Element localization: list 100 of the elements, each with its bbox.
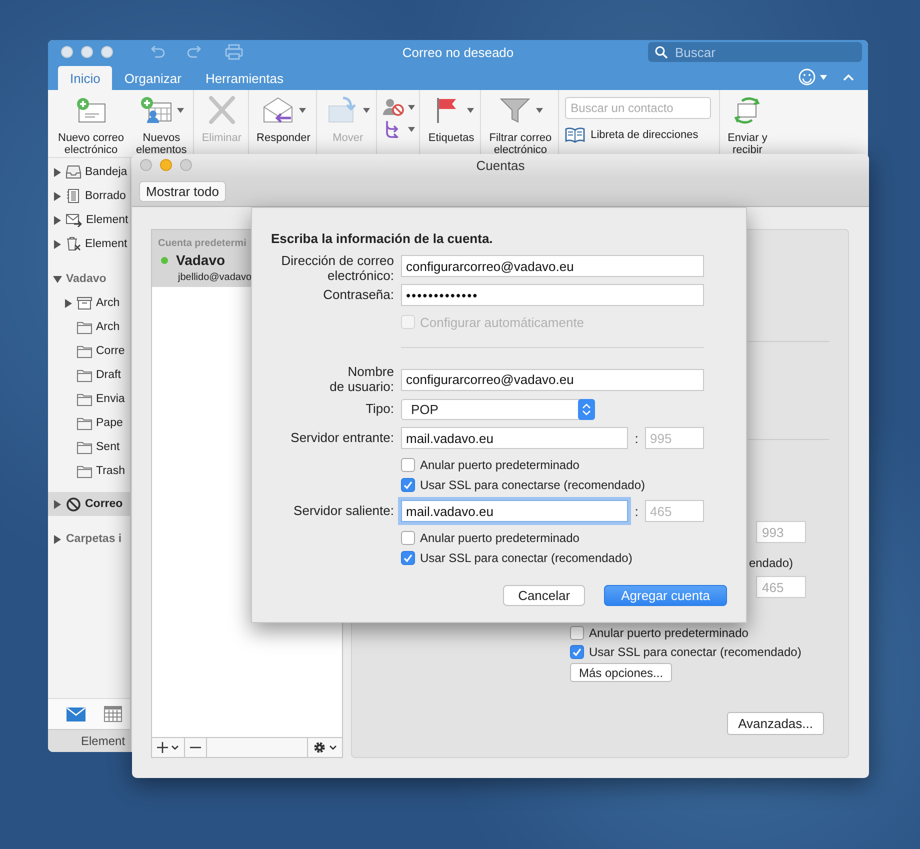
window-title: Correo no deseado xyxy=(401,44,515,60)
input-field[interactable]: ••••••••••••• xyxy=(401,284,704,306)
disclosure-triangle-icon[interactable] xyxy=(53,216,62,224)
no-entry-icon xyxy=(66,496,81,512)
collapse-chevron-icon[interactable] xyxy=(843,74,854,80)
colon-separator: : xyxy=(634,504,640,518)
chevron-icon xyxy=(171,745,179,750)
disclosure-triangle-icon[interactable] xyxy=(53,500,62,508)
minimize-button[interactable] xyxy=(81,46,93,58)
envelope-plus-icon xyxy=(74,96,108,124)
folder-item[interactable]: Trash xyxy=(48,459,130,483)
checkbox-label: Usar SSL para conectarse (recomendado) xyxy=(420,478,645,492)
input-field[interactable]: configurarcorreo@vadavo.eu xyxy=(401,368,704,390)
calendar-icon[interactable] xyxy=(104,706,122,722)
tags-button[interactable]: Etiquetas xyxy=(426,94,476,144)
checkbox-label: Usar SSL para conectar (recomendado) xyxy=(589,645,802,659)
folder-item[interactable]: Corre xyxy=(48,339,130,363)
checkbox-label: Configurar automáticamente xyxy=(420,314,584,330)
folder-item[interactable]: Bandeja xyxy=(48,160,130,184)
notebook-icon xyxy=(66,189,81,203)
checkbox[interactable] xyxy=(570,626,584,640)
stepper-icon xyxy=(578,399,595,420)
account-email: jbellido@vadavo xyxy=(178,272,252,283)
show-all-button[interactable]: Mostrar todo xyxy=(139,180,226,202)
account-header[interactable]: Carpetas i xyxy=(48,527,130,551)
smiley-icon[interactable] xyxy=(798,68,816,86)
port-field[interactable]: 465 xyxy=(645,500,704,522)
checkbox[interactable] xyxy=(401,531,415,545)
folder-item[interactable]: Arch xyxy=(48,315,130,339)
account-caption: Cuenta predetermi xyxy=(158,238,246,249)
disclosure-triangle-icon[interactable] xyxy=(53,192,62,200)
cancel-button[interactable]: Cancelar xyxy=(503,585,586,606)
folder-item[interactable]: Arch xyxy=(48,291,130,315)
search-field[interactable]: Buscar xyxy=(648,42,862,62)
disclosure-triangle-icon[interactable] xyxy=(53,240,62,248)
caret-icon xyxy=(408,104,416,110)
input-field[interactable]: configurarcorreo@vadavo.eu xyxy=(401,255,704,277)
folder-icon xyxy=(77,416,92,430)
checkbox[interactable] xyxy=(570,645,584,659)
checkbox[interactable] xyxy=(401,458,415,472)
tab[interactable]: Inicio xyxy=(58,66,112,90)
checkbox[interactable] xyxy=(401,551,415,565)
disclosure-triangle-icon[interactable] xyxy=(53,534,62,544)
filter-button[interactable]: Filtrar correo electrónico xyxy=(487,94,554,156)
field-label: Nombre de usuario: xyxy=(328,365,394,394)
footer-label: Element xyxy=(81,734,126,748)
partial-text: endado) xyxy=(748,556,793,570)
input-field[interactable]: mail.vadavo.eu xyxy=(401,427,628,449)
folder-icon xyxy=(77,392,92,406)
person-blocked-icon xyxy=(383,98,406,116)
port-field[interactable]: 465 xyxy=(756,576,806,598)
folder-icon xyxy=(77,440,92,454)
folder-item[interactable]: Correo xyxy=(48,492,130,516)
advanced-button[interactable]: Avanzadas... xyxy=(727,712,824,735)
mail-icon[interactable] xyxy=(66,706,86,722)
window-title: Cuentas xyxy=(475,158,526,172)
type-select[interactable]: POP xyxy=(401,399,595,420)
folder-icon xyxy=(77,368,92,382)
folder-item[interactable]: Borrado xyxy=(48,184,130,208)
folder-item[interactable]: Pape xyxy=(48,411,130,435)
address-book-button[interactable]: Libreta de direcciones xyxy=(564,127,715,143)
reply-button[interactable]: Responder xyxy=(254,94,312,144)
new-mail-button[interactable]: Nuevo correo electrónico xyxy=(56,94,126,156)
folder-item[interactable]: Element xyxy=(48,208,130,232)
account-name: Vadavo xyxy=(176,252,226,268)
checkbox-label: Anular puerto predeterminado xyxy=(589,626,748,640)
disclosure-triangle-icon[interactable] xyxy=(64,298,73,308)
zoom-button[interactable] xyxy=(101,46,113,58)
inbox-tray-icon xyxy=(66,165,81,179)
folder-item[interactable]: Element xyxy=(48,232,130,256)
checkbox[interactable] xyxy=(401,478,415,492)
folder-item[interactable]: Envia xyxy=(48,387,130,411)
checkbox-label: Anular puerto predeterminado xyxy=(420,531,580,545)
port-field[interactable]: 995 xyxy=(645,427,704,449)
contact-search-field[interactable]: Buscar un contacto xyxy=(564,97,711,119)
disclosure-triangle-icon[interactable] xyxy=(53,168,62,176)
close-button[interactable] xyxy=(61,46,73,58)
folder-item[interactable]: Sent xyxy=(48,435,130,459)
block-sender-button[interactable] xyxy=(383,98,416,116)
open-book-icon xyxy=(564,127,585,143)
funnel-icon xyxy=(498,96,532,124)
envelope-arrow-icon xyxy=(260,96,295,124)
colon-separator: : xyxy=(634,430,640,446)
folder-item[interactable]: Draft xyxy=(48,363,130,387)
field-label: Servidor entrante: xyxy=(290,430,394,446)
input-field[interactable]: mail.vadavo.eu xyxy=(401,500,628,522)
checkbox-label: Usar SSL para conectar (recomendado) xyxy=(420,551,632,565)
folder-icon xyxy=(77,344,92,358)
rules-button[interactable] xyxy=(383,120,416,138)
trash-can-icon xyxy=(66,237,81,251)
disclosure-triangle-icon[interactable] xyxy=(53,274,62,284)
send-receive-button[interactable]: Enviar y recibir xyxy=(726,94,770,156)
checkbox-label: Anular puerto predeterminado xyxy=(420,458,580,472)
caret-icon xyxy=(408,126,416,132)
archive-box-icon xyxy=(77,296,92,310)
port-field[interactable]: 993 xyxy=(756,521,806,543)
caret-icon[interactable] xyxy=(820,74,827,80)
account-header[interactable]: Vadavo xyxy=(48,267,130,291)
more-options-button[interactable]: Más opciones... xyxy=(570,663,672,682)
plus-icon xyxy=(157,742,168,753)
